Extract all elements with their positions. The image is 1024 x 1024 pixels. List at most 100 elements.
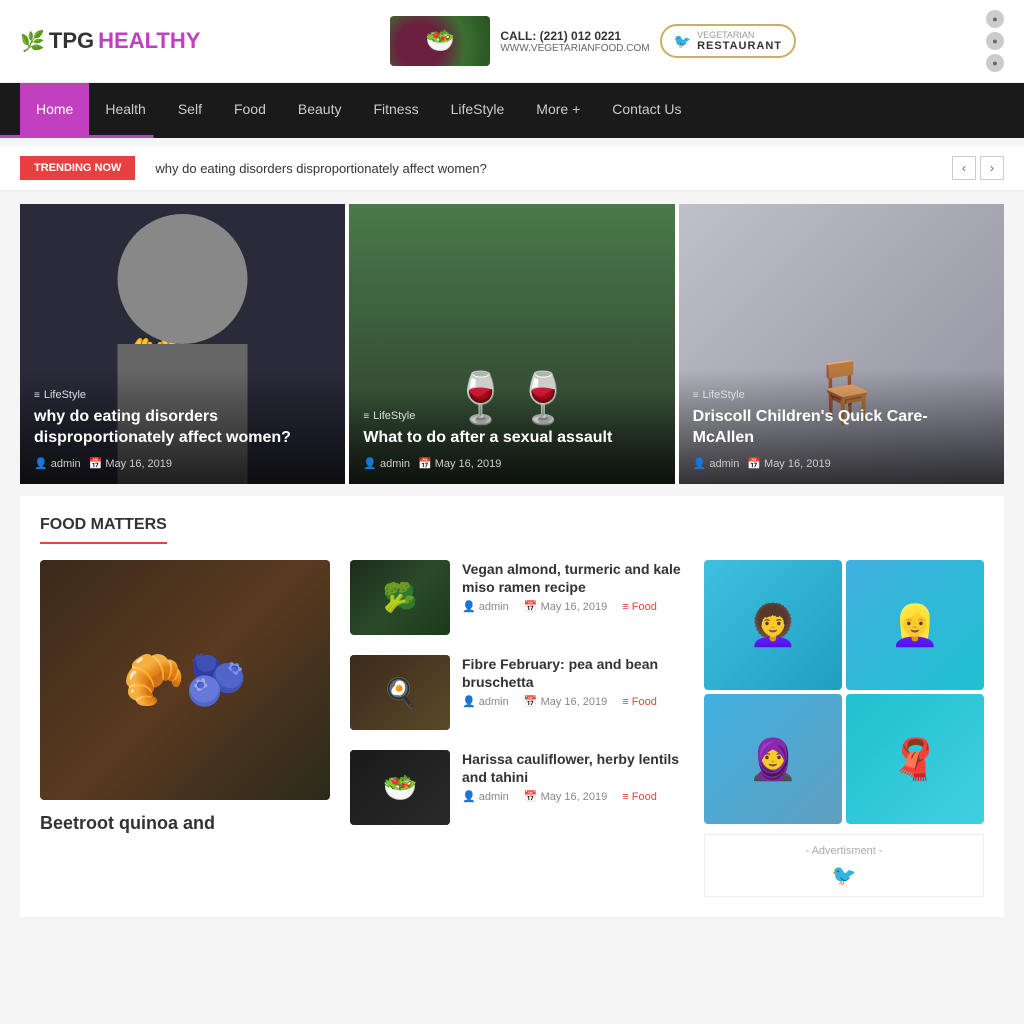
featured-meta-2: 👤 admin 📅 May 16, 2019 <box>363 457 660 470</box>
featured-title-2: What to do after a sexual assault <box>363 428 660 449</box>
header-food-image <box>390 16 490 66</box>
restaurant-name: RESTAURANT <box>697 40 782 52</box>
nav-item-more[interactable]: More + <box>520 83 596 135</box>
food-article-image-1: 🥦 <box>350 560 450 635</box>
featured-category-1: ≡ LifeStyle <box>34 389 331 401</box>
food-article-image-2: 🍳 <box>350 655 450 730</box>
food-category-1: ≡ Food <box>622 601 663 613</box>
featured-overlay-3: ≡ LifeStyle Driscoll Children's Quick Ca… <box>679 369 1004 484</box>
author-icon-1: 👤 admin <box>34 457 81 470</box>
food-main-image <box>40 560 330 800</box>
food-author-1: 👤 admin <box>462 601 515 613</box>
food-article-list: 🥦 Vegan almond, turmeric and kale miso r… <box>350 560 684 897</box>
nav-item-food[interactable]: Food <box>218 83 282 135</box>
nav-item-contact[interactable]: Contact Us <box>596 83 697 135</box>
header-contact: CALL: (221) 012 0221 WWW.VEGETARIANFOOD.… <box>500 29 649 54</box>
food-sidebar: - Advertisment - 🐦 <box>704 560 984 897</box>
food-matters-title: FOOD MATTERS <box>40 516 167 544</box>
food-article-art-1: 🥦 <box>350 560 450 635</box>
featured-articles: ≡ LifeStyle why do eating disorders disp… <box>20 204 1004 484</box>
food-article-3[interactable]: 🥗 Harissa cauliflower, herby lentils and… <box>350 750 684 825</box>
category-icon-2: ≡ <box>363 411 369 422</box>
nav-item-lifestyle[interactable]: LifeStyle <box>435 83 521 135</box>
featured-meta-1: 👤 admin 📅 May 16, 2019 <box>34 457 331 470</box>
food-article-image-3: 🥗 <box>350 750 450 825</box>
author-icon-2: 👤 admin <box>363 457 410 470</box>
featured-overlay-1: ≡ LifeStyle why do eating disorders disp… <box>20 369 345 484</box>
food-matters-section: FOOD MATTERS Beetroot quinoa and 🥦 Vegan… <box>20 496 1004 917</box>
featured-meta-3: 👤 admin 📅 May 16, 2019 <box>693 457 990 470</box>
food-date-2: 📅 May 16, 2019 <box>524 696 613 708</box>
featured-category-3: ≡ LifeStyle <box>693 389 990 401</box>
nav-item-beauty[interactable]: Beauty <box>282 83 358 135</box>
food-article-meta-1: 👤 admin 📅 May 16, 2019 ≡ Food <box>462 600 684 613</box>
food-article-content-2: Fibre February: pea and bean bruschetta … <box>462 655 684 730</box>
food-article-title-2: Fibre February: pea and bean bruschetta <box>462 655 684 691</box>
logo-tpg: TPG <box>49 28 94 54</box>
featured-card-3[interactable]: ≡ LifeStyle Driscoll Children's Quick Ca… <box>679 204 1004 484</box>
main-nav: Home Health Self Food Beauty Fitness Lif… <box>0 83 1024 135</box>
restaurant-badge: 🐦 VEGETARIAN RESTAURANT <box>660 24 796 58</box>
sidebar-image-grid <box>704 560 984 824</box>
header-phone: CALL: (221) 012 0221 <box>500 29 649 43</box>
food-main-title: Beetroot quinoa and <box>40 812 330 835</box>
trending-navigation: ‹ › <box>952 156 1004 180</box>
sidebar-img-1[interactable] <box>704 560 842 690</box>
featured-overlay-2: ≡ LifeStyle What to do after a sexual as… <box>349 390 674 484</box>
food-date-3: 📅 May 16, 2019 <box>524 791 613 803</box>
trending-text: why do eating disorders disproportionate… <box>155 161 952 176</box>
advertisement-icon: 🐦 <box>713 863 975 888</box>
food-article-content-3: Harissa cauliflower, herby lentils and t… <box>462 750 684 825</box>
food-article-1[interactable]: 🥦 Vegan almond, turmeric and kale miso r… <box>350 560 684 635</box>
sidebar-img-4[interactable] <box>846 694 984 824</box>
site-logo[interactable]: 🌿 TPG HEALTHY <box>20 28 200 54</box>
food-image-art <box>390 16 490 66</box>
nav-item-fitness[interactable]: Fitness <box>357 83 434 135</box>
food-category-2: ≡ Food <box>622 696 663 708</box>
nav-item-self[interactable]: Self <box>162 83 218 135</box>
food-article-art-3: 🥗 <box>350 750 450 825</box>
trending-prev-button[interactable]: ‹ <box>952 156 976 180</box>
food-article-title-1: Vegan almond, turmeric and kale miso ram… <box>462 560 684 596</box>
category-icon-3: ≡ <box>693 390 699 401</box>
food-article-meta-3: 👤 admin 📅 May 16, 2019 ≡ Food <box>462 790 684 803</box>
food-date-1: 📅 May 16, 2019 <box>524 601 613 613</box>
food-matters-layout: Beetroot quinoa and 🥦 Vegan almond, turm… <box>40 560 984 897</box>
sidebar-img-2[interactable] <box>846 560 984 690</box>
social-icon-3[interactable]: ● <box>986 54 1004 72</box>
date-icon-1: 📅 May 16, 2019 <box>89 457 172 470</box>
featured-category-2: ≡ LifeStyle <box>363 410 660 422</box>
social-icon-1[interactable]: ● <box>986 10 1004 28</box>
sidebar-img-3[interactable] <box>704 694 842 824</box>
food-article-meta-2: 👤 admin 📅 May 16, 2019 ≡ Food <box>462 695 684 708</box>
food-category-3: ≡ Food <box>622 791 663 803</box>
restaurant-tag: VEGETARIAN <box>697 30 782 40</box>
nav-underline <box>0 135 1024 138</box>
featured-card-2[interactable]: ≡ LifeStyle What to do after a sexual as… <box>349 204 674 484</box>
logo-icon: 🌿 <box>20 29 45 54</box>
food-article-art-2: 🍳 <box>350 655 450 730</box>
food-main-article[interactable]: Beetroot quinoa and <box>40 560 330 897</box>
nav-item-home[interactable]: Home <box>20 83 89 135</box>
advertisement-label: - Advertisment - <box>805 845 882 857</box>
food-author-3: 👤 admin <box>462 791 515 803</box>
social-icon-2[interactable]: ● <box>986 32 1004 50</box>
date-icon-3: 📅 May 16, 2019 <box>747 457 830 470</box>
author-icon-3: 👤 admin <box>693 457 740 470</box>
trending-next-button[interactable]: › <box>980 156 1004 180</box>
advertisement-block: - Advertisment - 🐦 <box>704 834 984 897</box>
restaurant-icon: 🐦 <box>674 33 691 50</box>
nav-item-health[interactable]: Health <box>89 83 161 135</box>
food-author-2: 👤 admin <box>462 696 515 708</box>
header-center: CALL: (221) 012 0221 WWW.VEGETARIANFOOD.… <box>390 16 796 66</box>
date-icon-2: 📅 May 16, 2019 <box>418 457 501 470</box>
food-article-2[interactable]: 🍳 Fibre February: pea and bean bruschett… <box>350 655 684 730</box>
trending-bar: TRENDING NOW why do eating disorders dis… <box>0 146 1024 192</box>
featured-title-3: Driscoll Children's Quick Care- McAllen <box>693 407 990 449</box>
trending-label: TRENDING NOW <box>20 156 135 180</box>
header-website: WWW.VEGETARIANFOOD.COM <box>500 43 649 54</box>
featured-card-1[interactable]: ≡ LifeStyle why do eating disorders disp… <box>20 204 345 484</box>
restaurant-info: VEGETARIAN RESTAURANT <box>697 30 782 52</box>
social-icons: ● ● ● <box>986 10 1004 72</box>
logo-healthy: HEALTHY <box>98 28 200 54</box>
